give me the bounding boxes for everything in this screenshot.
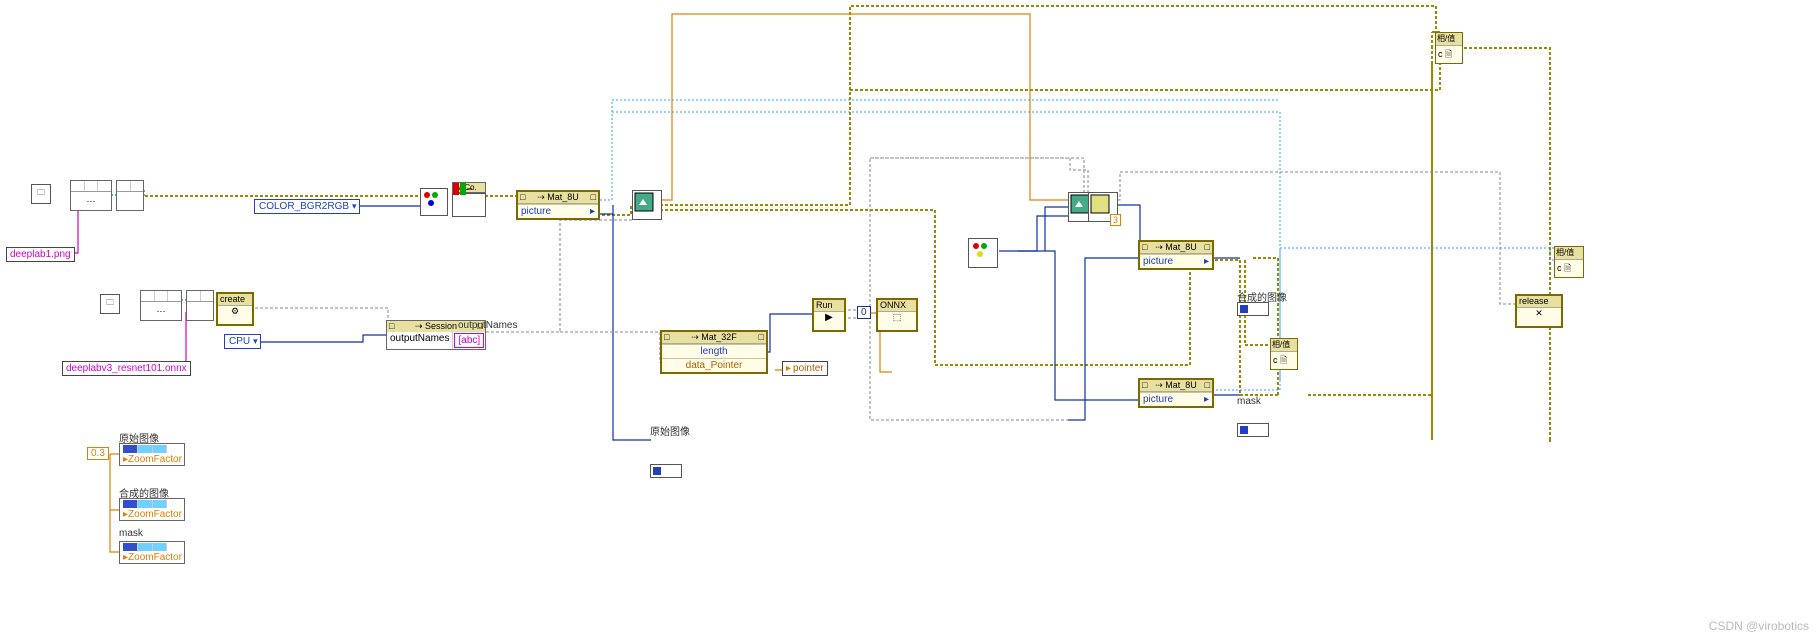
path-browse-2[interactable]: ⋯ <box>140 290 182 321</box>
color-vi-2 <box>968 238 998 268</box>
color-conversion-selector[interactable]: COLOR_BGR2RGB <box>254 199 360 214</box>
orig-zoom-prop[interactable]: ▸ZoomFactor <box>119 443 185 466</box>
original-image-label: 原始图像 <box>650 423 690 438</box>
outputnames-field: outputNames <box>387 332 453 349</box>
onnx-node: ONNX ⬚ <box>876 298 918 332</box>
original-image-indicator <box>650 464 682 478</box>
path-control-2[interactable] <box>186 290 214 321</box>
picture-element-1: picture <box>521 206 551 217</box>
create-node: create ⚙ <box>216 292 254 326</box>
device-selector[interactable]: CPU <box>224 334 261 349</box>
channels-3: 3 <box>1110 214 1121 226</box>
opencv-vi-1 <box>420 188 448 216</box>
pointer-out: ▸pointer <box>782 361 828 376</box>
path-browse-1[interactable]: ⋯ <box>70 180 112 211</box>
mat8u-cluster-3: □⇢ Mat_8U□ picture▸ <box>1138 378 1214 408</box>
mask-indicator <box>1237 423 1269 437</box>
mask-zoom-prop[interactable]: ▸ZoomFactor <box>119 541 185 564</box>
outputnames-label: outputNames <box>458 320 517 331</box>
mat8u-cluster-2: □⇢ Mat_8U□ picture▸ <box>1138 240 1214 270</box>
watermark: CSDN @virobotics <box>1709 619 1809 633</box>
outputnames-indicator: [abc] <box>454 333 484 348</box>
block-diagram: { "files": { "image_path": "deeplab1.png… <box>0 0 1819 639</box>
run-node: Run ▶ <box>812 298 846 332</box>
file-dialog-icon-1: 🗀 <box>31 184 51 204</box>
data-pointer-element: data_Pointer <box>662 358 766 372</box>
close-vi-3: 相/值 c 🗎 <box>1554 246 1584 278</box>
file-dialog-icon-2: 🗀 <box>100 294 120 314</box>
mask-zoom-label: mask <box>119 528 143 539</box>
picture-element-3: picture <box>1143 394 1173 405</box>
model-path-value[interactable]: deeplabv3_resnet101.onnx <box>62 361 191 376</box>
path-control-1[interactable] <box>116 180 144 211</box>
close-vi-1: 相/值 c 🗎 <box>1270 338 1298 370</box>
image-path-value[interactable]: deeplab1.png <box>6 247 75 262</box>
mat32f-cluster: □⇢ Mat_32F□ length data_Pointer <box>660 330 768 374</box>
picture-element-2: picture <box>1143 256 1173 267</box>
close-vi-2: 相/值 c 🗎 <box>1435 32 1463 64</box>
composite-image-indicator <box>1237 302 1269 316</box>
release-node: release ✕ <box>1515 294 1563 328</box>
index-zero[interactable]: 0 <box>857 306 871 319</box>
zoom-constant[interactable]: 0.3 <box>87 447 109 460</box>
mat8u-cluster-1: □⇢ Mat_8U□ picture▸ <box>516 190 600 220</box>
comp-zoom-prop[interactable]: ▸ZoomFactor <box>119 498 185 521</box>
image-proc-vi <box>632 190 662 220</box>
cvtcolor-node: cvtCo. <box>452 182 486 217</box>
mask-label: mask <box>1237 396 1261 407</box>
length-element: length <box>662 344 766 358</box>
